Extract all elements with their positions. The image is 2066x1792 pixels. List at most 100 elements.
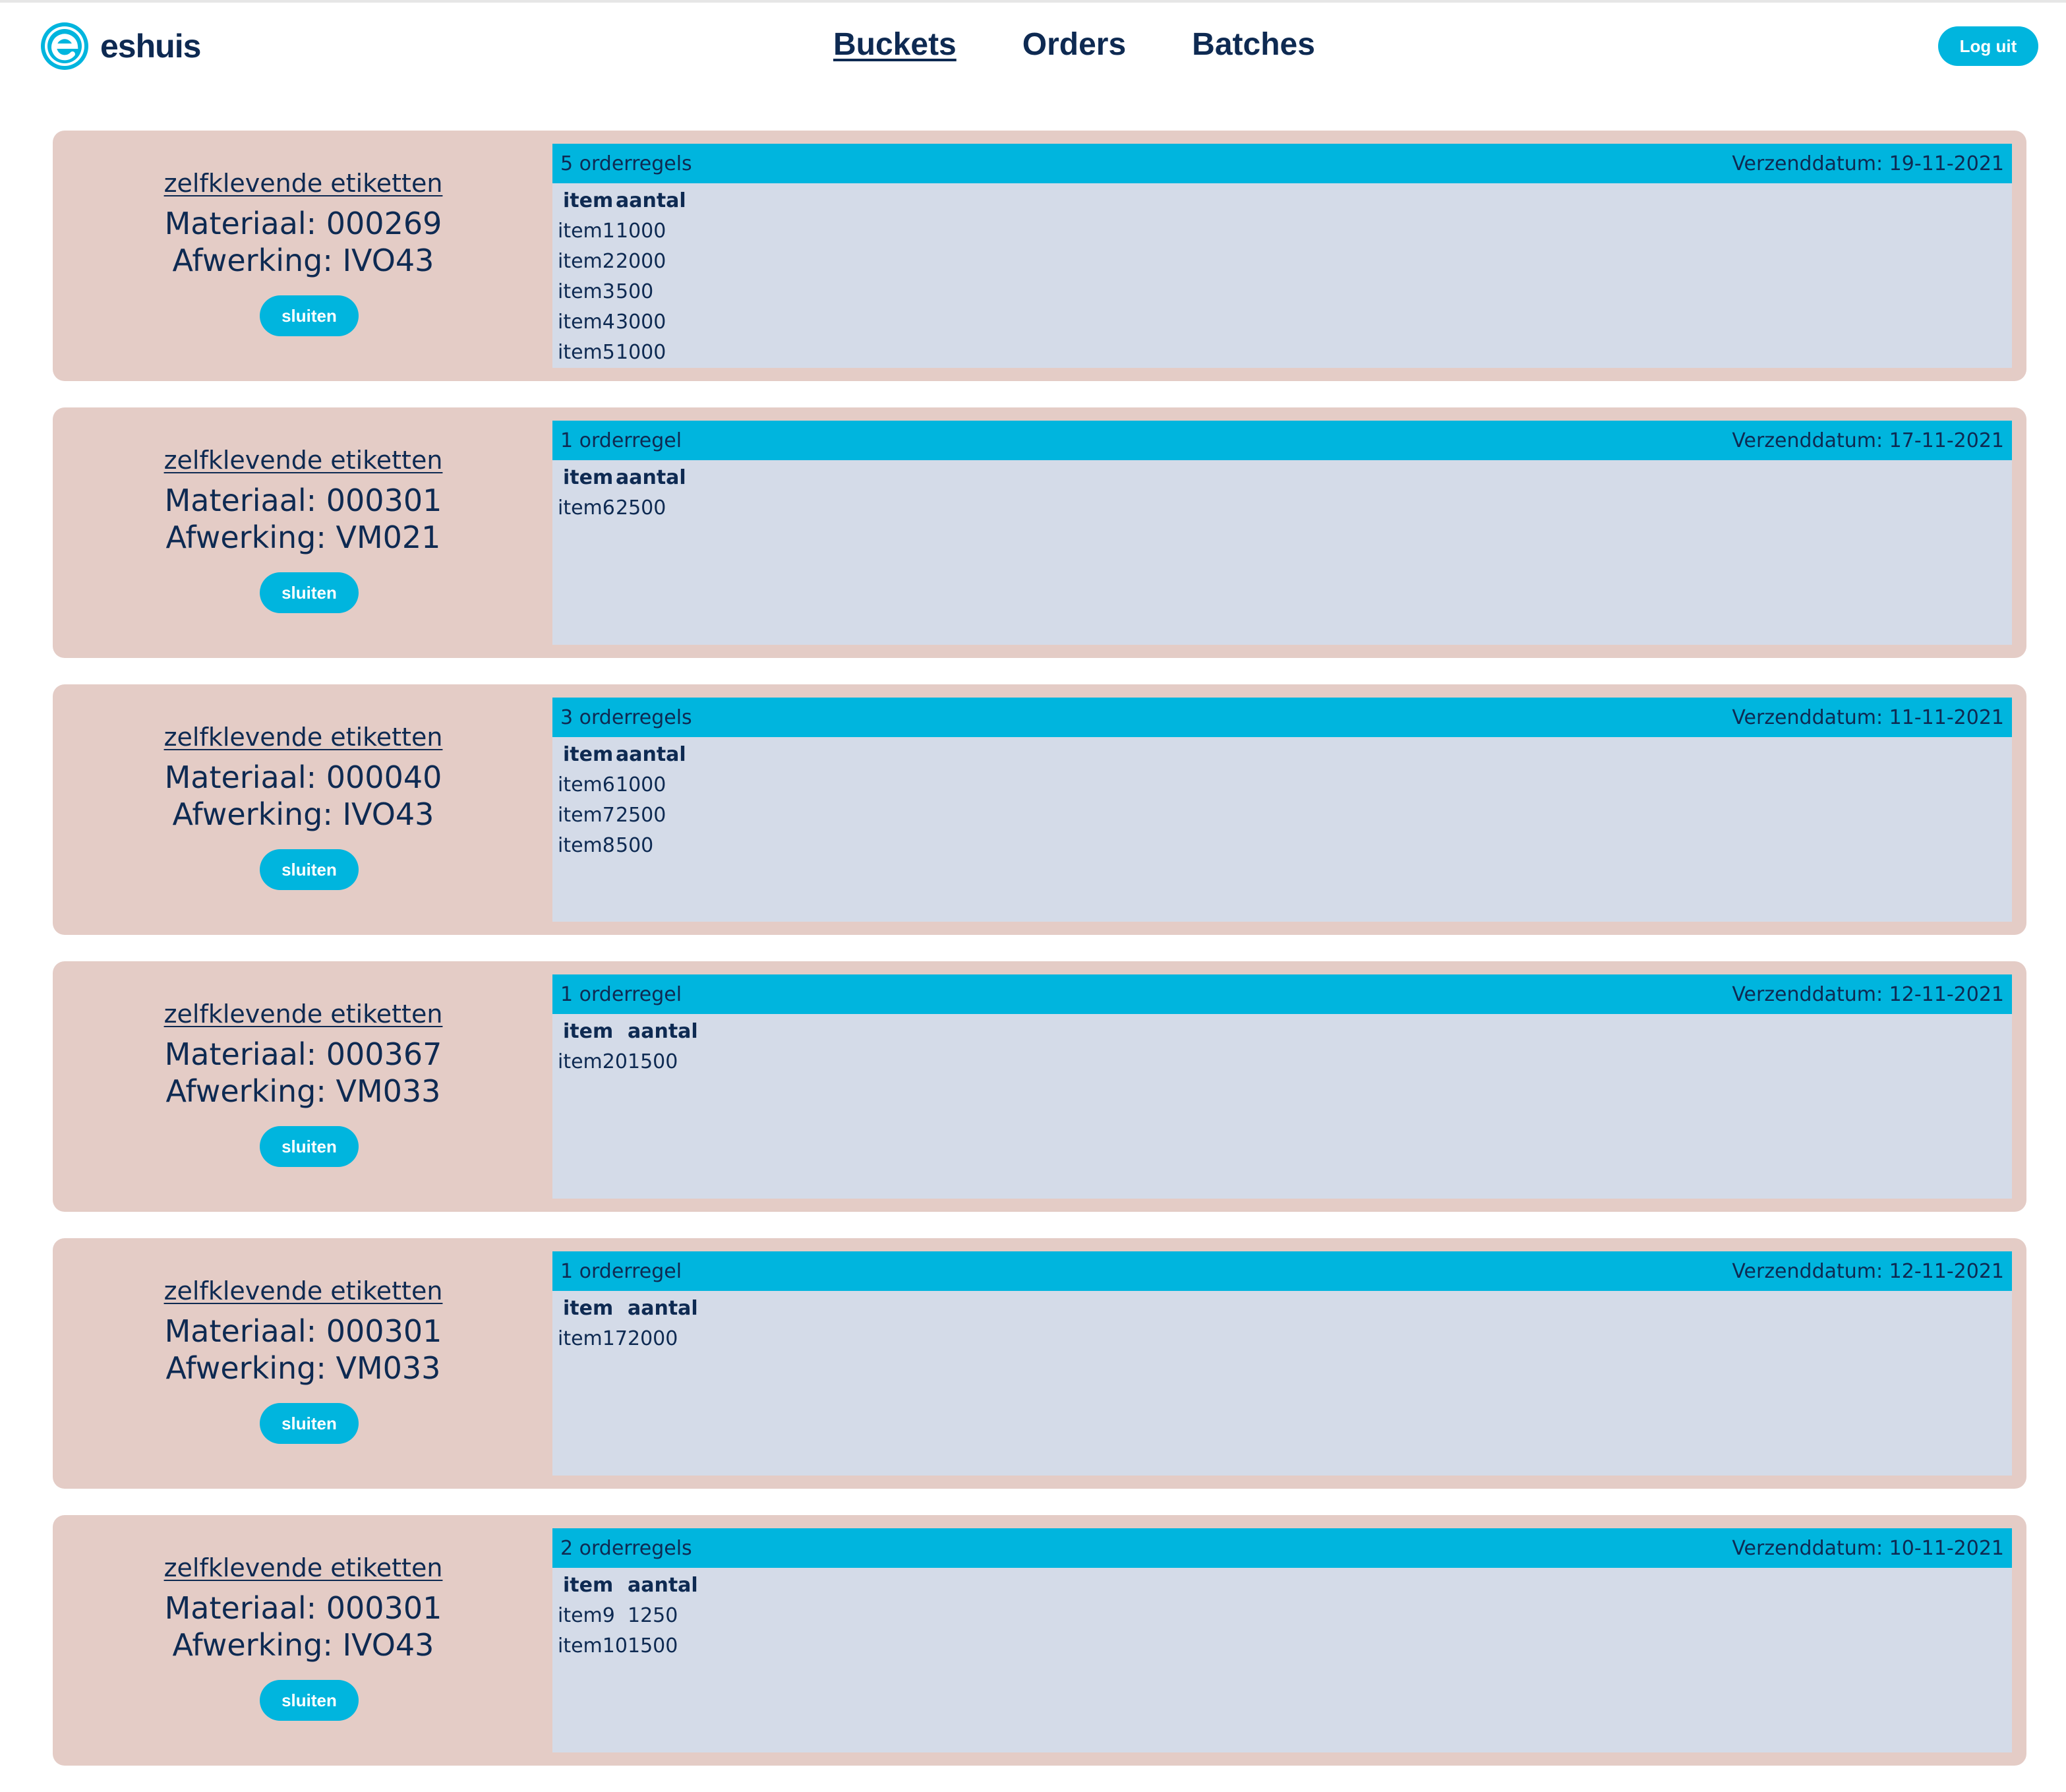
table-row: item5 1000 [558,338,2007,368]
row-item: item1 [558,220,615,243]
row-item: item6 [558,773,615,796]
brand-logo[interactable]: eshuis [38,20,201,73]
table-header-row: item aantal [558,1017,2007,1047]
bucket-category-link[interactable]: zelfklevende etiketten [53,1276,554,1305]
row-item: item20 [558,1050,628,1073]
bucket-info: zelfklevende etiketten Materiaal: 000301… [53,1515,554,1766]
order-lines-table: item aantal item1 1000 item2 2000 item3 … [552,183,2012,371]
order-line-count: 1 orderregel [560,429,682,452]
ship-date: Verzenddatum: 10-11-2021 [1732,1536,2004,1560]
column-header-item: item [563,1297,614,1320]
row-aantal: 2000 [628,1327,678,1350]
row-item: item7 [558,804,615,827]
order-lines-panel: 1 orderregel Verzenddatum: 12-11-2021 it… [552,1251,2012,1476]
row-aantal: 1000 [616,220,666,243]
row-aantal: 2500 [616,804,666,827]
close-bucket-button[interactable]: sluiten [260,1403,359,1444]
order-lines-table: item aantal item6 1000 item7 2500 item8 … [552,737,2012,864]
eshuis-logo-icon [41,22,88,70]
row-aantal: 1000 [616,773,666,796]
bucket-info: zelfklevende etiketten Materiaal: 000040… [53,684,554,935]
table-row: item17 2000 [558,1324,2007,1354]
bucket-category-link[interactable]: zelfklevende etiketten [53,169,554,198]
row-aantal: 1250 [628,1604,678,1627]
table-row: item1 1000 [558,216,2007,247]
close-bucket-button[interactable]: sluiten [260,295,359,336]
table-row: item6 2500 [558,493,2007,523]
column-header-item: item [563,1574,614,1597]
table-row: item10 1500 [558,1631,2007,1661]
row-aantal: 2000 [616,250,666,273]
nav-batches[interactable]: Batches [1192,24,1315,66]
row-item: item10 [558,1634,628,1658]
order-lines-table: item aantal item9 1250 item10 1500 [552,1568,2012,1664]
row-aantal: 500 [616,280,654,303]
bucket-category-link[interactable]: zelfklevende etiketten [53,1000,554,1029]
ship-date: Verzenddatum: 12-11-2021 [1732,982,2004,1006]
order-line-count: 1 orderregel [560,1259,682,1283]
ship-date: Verzenddatum: 11-11-2021 [1732,705,2004,729]
bucket-info: zelfklevende etiketten Materiaal: 000301… [53,407,554,658]
table-row: item8 500 [558,831,2007,861]
row-aantal: 2500 [616,496,666,520]
bucket-list: zelfklevende etiketten Materiaal: 000269… [53,131,2026,1792]
bucket-material: Materiaal: 000301 [164,1590,442,1626]
column-header-item: item [563,189,614,212]
bucket-finish: Afwerking: VM033 [165,1350,441,1386]
bucket-finish: Afwerking: VM033 [165,1073,441,1109]
table-row: item9 1250 [558,1601,2007,1631]
bucket-card: zelfklevende etiketten Materiaal: 000301… [53,407,2026,658]
nav-buckets[interactable]: Buckets [833,24,957,66]
close-bucket-button[interactable]: sluiten [260,849,359,890]
row-aantal: 500 [616,834,654,857]
column-header-aantal: aantal [628,1020,698,1043]
ship-date: Verzenddatum: 19-11-2021 [1732,152,2004,175]
bucket-info: zelfklevende etiketten Materiaal: 000269… [53,131,554,381]
bucket-category-link[interactable]: zelfklevende etiketten [53,1553,554,1582]
logout-button[interactable]: Log uit [1938,26,2038,66]
table-row: item2 2000 [558,247,2007,277]
order-lines-header: 1 orderregel Verzenddatum: 12-11-2021 [552,974,2012,1014]
ship-date: Verzenddatum: 17-11-2021 [1732,429,2004,452]
table-header-row: item aantal [558,1294,2007,1324]
order-lines-header: 5 orderregels Verzenddatum: 19-11-2021 [552,144,2012,183]
row-item: item17 [558,1327,628,1350]
order-lines-panel: 1 orderregel Verzenddatum: 12-11-2021 it… [552,974,2012,1199]
brand-name: eshuis [100,28,201,65]
table-row: item6 1000 [558,770,2007,800]
column-header-aantal: aantal [616,189,686,212]
bucket-card: zelfklevende etiketten Materiaal: 000301… [53,1238,2026,1489]
bucket-category-link[interactable]: zelfklevende etiketten [53,723,554,752]
order-line-count: 1 orderregel [560,982,682,1006]
bucket-finish: Afwerking: IVO43 [172,243,434,278]
table-header-row: item aantal [558,186,2007,216]
bucket-card: zelfklevende etiketten Materiaal: 000301… [53,1515,2026,1766]
order-lines-panel: 5 orderregels Verzenddatum: 19-11-2021 i… [552,144,2012,368]
column-header-aantal: aantal [628,1297,698,1320]
nav-orders[interactable]: Orders [1022,24,1126,66]
bucket-card: zelfklevende etiketten Materiaal: 000367… [53,961,2026,1212]
row-item: item5 [558,341,615,364]
ship-date: Verzenddatum: 12-11-2021 [1732,1259,2004,1283]
row-item: item3 [558,280,615,303]
bucket-finish: Afwerking: IVO43 [172,1627,434,1663]
row-item: item9 [558,1604,615,1627]
bucket-info: zelfklevende etiketten Materiaal: 000367… [53,961,554,1212]
row-aantal: 1500 [628,1634,678,1658]
bucket-finish: Afwerking: IVO43 [172,796,434,832]
table-row: item3 500 [558,277,2007,307]
order-lines-table: item aantal item17 2000 [552,1291,2012,1357]
close-bucket-button[interactable]: sluiten [260,1126,359,1167]
column-header-item: item [563,466,614,489]
row-item: item4 [558,311,615,334]
bucket-category-link[interactable]: zelfklevende etiketten [53,446,554,475]
bucket-material: Materiaal: 000301 [164,483,442,518]
order-lines-panel: 3 orderregels Verzenddatum: 11-11-2021 i… [552,698,2012,922]
order-line-count: 3 orderregels [560,705,692,729]
row-aantal: 1000 [616,341,666,364]
close-bucket-button[interactable]: sluiten [260,572,359,613]
row-aantal: 3000 [616,311,666,334]
order-lines-table: item aantal item6 2500 [552,460,2012,526]
close-bucket-button[interactable]: sluiten [260,1680,359,1721]
bucket-material: Materiaal: 000040 [164,760,442,795]
